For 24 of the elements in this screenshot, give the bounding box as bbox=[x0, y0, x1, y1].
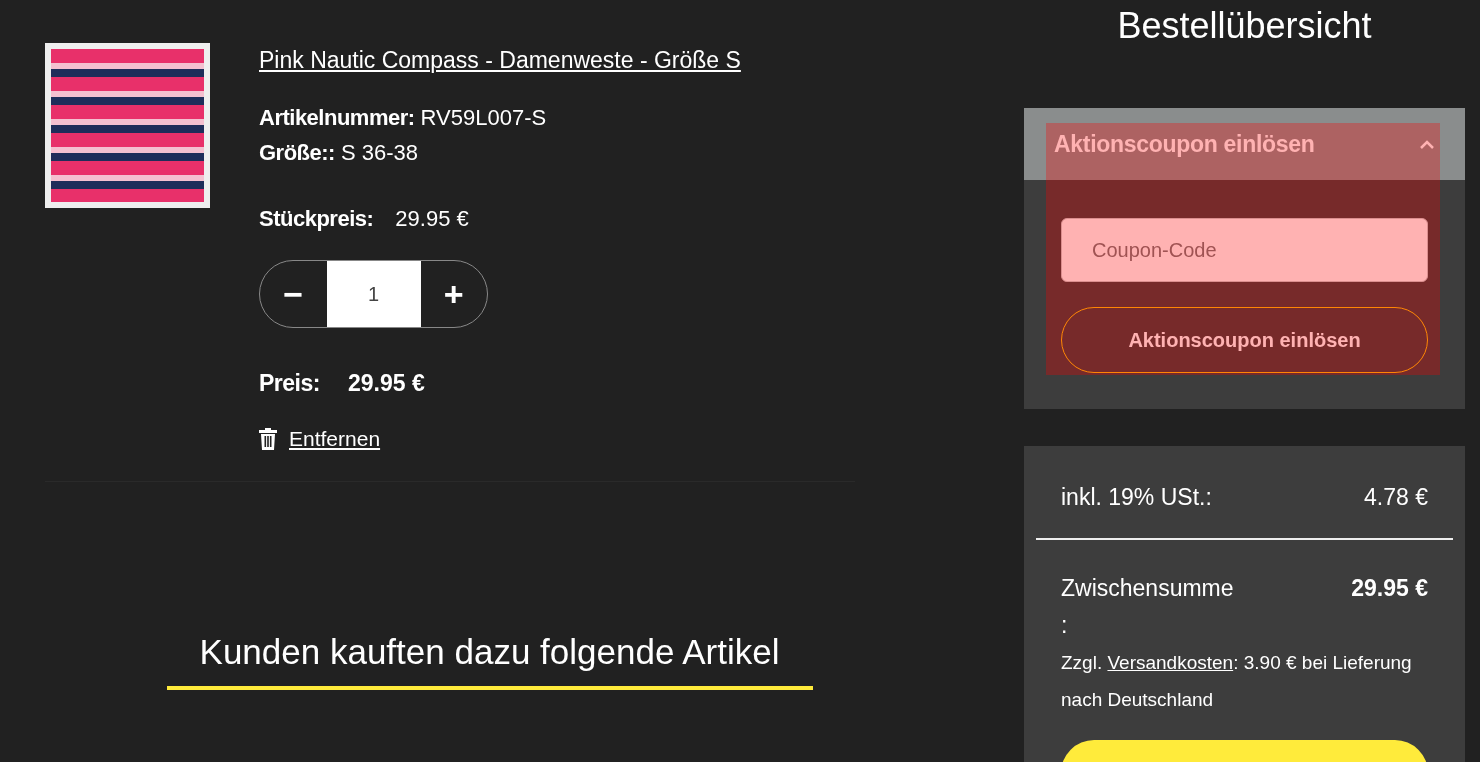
subtotal-value: 29.95 € bbox=[1351, 574, 1428, 603]
attribute-label: Artikelnummer: bbox=[259, 105, 415, 130]
attribute-label: Größe:: bbox=[259, 140, 335, 165]
tax-value: 4.78 € bbox=[1364, 484, 1428, 511]
attribute-value: S 36-38 bbox=[340, 140, 418, 165]
summary-title: Bestellübersicht bbox=[1117, 6, 1372, 46]
trash-icon[interactable] bbox=[259, 428, 277, 450]
chevron-icon bbox=[1419, 139, 1435, 149]
section-heading: Kunden kauften dazu folgende Artikel bbox=[198, 631, 781, 673]
shipping-costs-link[interactable]: Versandkosten bbox=[1107, 652, 1234, 673]
quantity-input[interactable]: 1 bbox=[326, 261, 421, 327]
tax-label: inkl. 19% USt.: bbox=[1061, 484, 1212, 511]
remove-link[interactable]: Entfernen bbox=[289, 427, 381, 451]
price-label: Preis: bbox=[259, 370, 320, 396]
unit-price-value: 29.95 € bbox=[395, 206, 469, 231]
coupon-code-field[interactable]: Coupon-Code bbox=[1061, 218, 1428, 282]
decrease-button[interactable]: − bbox=[260, 261, 327, 327]
price-value: 29.95 € bbox=[347, 370, 425, 396]
increase-button[interactable]: + bbox=[420, 261, 487, 327]
unit-price-label: Stückpreis: bbox=[259, 206, 374, 231]
subtotal-label: Zwischensumme : bbox=[1061, 574, 1234, 640]
shipping-note: Zzgl. Versandkosten: 3.90 € bei Lieferung nach Deutschland bbox=[1061, 651, 1413, 712]
product-title-link[interactable]: Pink Nautic Compass - Damenweste - Größe S bbox=[259, 49, 741, 72]
attribute-value: RV59L007-S bbox=[420, 105, 547, 130]
